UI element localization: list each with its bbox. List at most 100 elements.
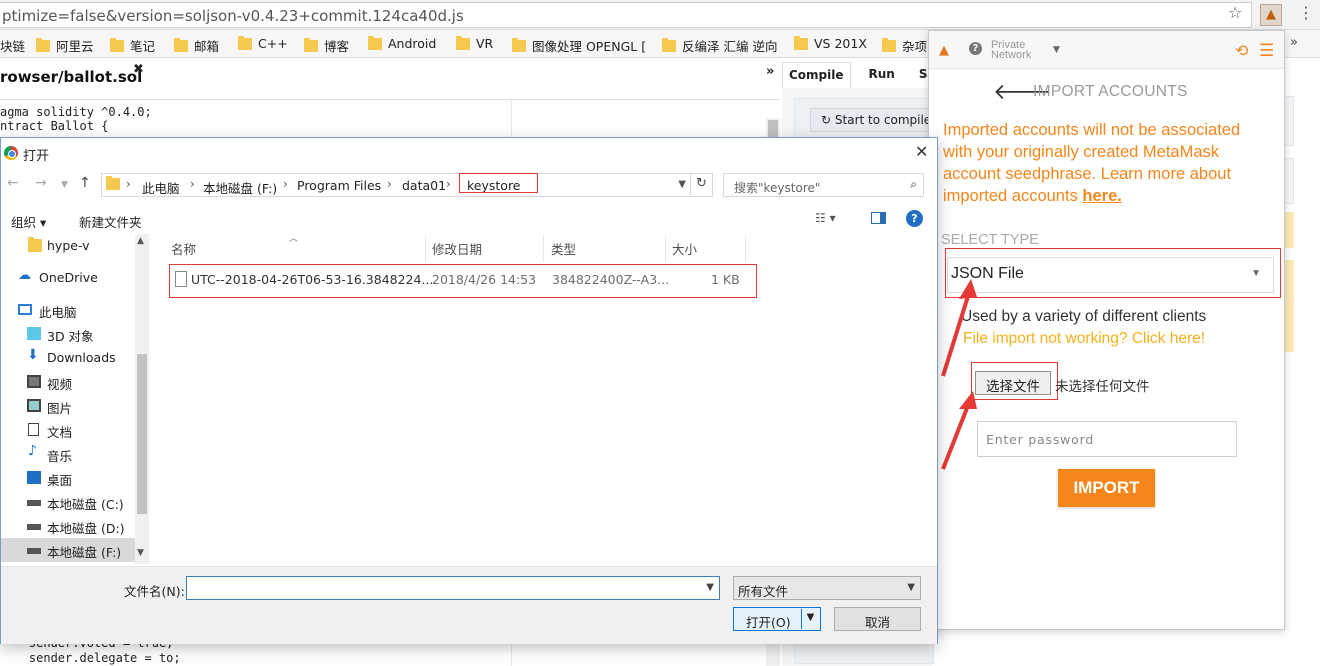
bookmark-item[interactable]: 邮箱: [174, 36, 219, 55]
tab-compile[interactable]: Compile: [782, 62, 851, 88]
breadcrumb-item[interactable]: 此电脑: [142, 178, 180, 197]
bookmark-item[interactable]: 反编泽 汇编 逆向: [662, 36, 777, 55]
sidebar-item-this-pc[interactable]: 此电脑: [1, 298, 135, 322]
folder-icon: [456, 35, 470, 50]
sidebar-item-drive-f[interactable]: 本地磁盘 (F:): [1, 538, 135, 562]
import-button[interactable]: IMPORT: [1058, 469, 1155, 507]
preview-pane-icon[interactable]: [871, 212, 886, 224]
highlight-box: [169, 264, 757, 298]
view-options-icon[interactable]: ☷ ▾: [815, 211, 836, 225]
metamask-popup: ▲ ? Private Network ▼ ⟲ ☰ 🡐 IMPORT ACCOU…: [928, 30, 1285, 630]
up-folder-icon[interactable]: ↑: [79, 175, 91, 191]
start-compile-button[interactable]: ↻ Start to compile: [810, 108, 934, 132]
chevron-down-icon[interactable]: ▼: [137, 548, 144, 558]
chevron-down-icon[interactable]: ▼: [678, 179, 686, 190]
column-header-size[interactable]: 大小: [672, 239, 697, 263]
code-line[interactable]: ntract Ballot {: [0, 119, 108, 133]
hamburger-menu-icon[interactable]: ☰: [1259, 41, 1274, 61]
forward-icon[interactable]: →: [35, 175, 47, 191]
drive-icon: [27, 500, 41, 506]
chevron-down-icon[interactable]: ▼: [706, 582, 714, 593]
chevron-up-icon[interactable]: ▲: [137, 236, 144, 246]
file-type-select[interactable]: 所有文件 ▼: [733, 576, 921, 600]
bookmark-item[interactable]: Android: [368, 35, 436, 51]
folder-icon: [304, 37, 318, 52]
column-divider[interactable]: [425, 236, 426, 262]
column-divider[interactable]: [543, 236, 544, 262]
address-bar[interactable]: ptimize=false&version=soljson-v0.4.23+co…: [0, 2, 1252, 28]
open-options-chevron-icon[interactable]: ▼: [801, 609, 819, 629]
close-tab-icon[interactable]: ✖: [133, 62, 144, 77]
recent-locations-icon[interactable]: ▼: [61, 180, 68, 190]
chevron-down-icon[interactable]: ▼: [1053, 45, 1060, 55]
file-import-help-link[interactable]: File import not working? Click here!: [963, 330, 1205, 348]
bookmark-item[interactable]: 笔记: [110, 36, 155, 55]
sidebar-item-documents[interactable]: 文档: [1, 418, 135, 442]
tab-run[interactable]: Run: [863, 62, 901, 88]
sidebar-item-3d-objects[interactable]: 3D 对象: [1, 322, 135, 346]
search-icon: ⌕: [910, 177, 917, 191]
bookmarks-overflow-icon[interactable]: »: [1290, 35, 1298, 50]
bookmark-item[interactable]: 杂项: [882, 36, 927, 55]
panel-toggle-icon[interactable]: »: [766, 64, 774, 79]
breadcrumb-item[interactable]: Program Files: [297, 178, 381, 193]
sidebar-item-pictures[interactable]: 图片: [1, 394, 135, 418]
breadcrumb[interactable]: › 此电脑 › 本地磁盘 (F:) › Program Files › data…: [101, 173, 691, 197]
help-icon[interactable]: ?: [969, 42, 982, 55]
file-row[interactable]: UTC--2018-04-26T06-53-16.3848224... 2018…: [169, 264, 757, 298]
refresh-button[interactable]: ↻: [691, 173, 713, 197]
column-header-date[interactable]: 修改日期: [432, 239, 482, 263]
chevron-right-icon: ›: [190, 177, 195, 191]
chrome-icon: [4, 146, 18, 160]
clients-note: Used by a variety of different clients: [961, 308, 1207, 325]
open-file-dialog: 打开 ✕ ← → ▼ ↑ › 此电脑 › 本地磁盘 (F:) › Program…: [0, 137, 938, 644]
sidebar-item-hype-v[interactable]: hype-v: [1, 234, 135, 258]
page-title: IMPORT ACCOUNTS: [1033, 83, 1188, 100]
column-header-type[interactable]: 类型: [551, 239, 576, 263]
bookmark-item[interactable]: VS 201X: [794, 35, 867, 51]
remix-tabs: Compile Run Set: [782, 62, 947, 88]
bookmark-item[interactable]: 块链: [0, 36, 25, 55]
back-icon[interactable]: ←: [7, 175, 19, 191]
editor-file-tab[interactable]: rowser/ballot.sol: [0, 60, 148, 90]
help-icon[interactable]: ?: [906, 210, 923, 227]
sidebar-item-onedrive[interactable]: ☁ OneDrive: [1, 266, 135, 290]
code-line[interactable]: agma solidity ^0.4.0;: [0, 105, 152, 119]
code-line[interactable]: sender.delegate = to;: [0, 651, 181, 665]
filename-label: 文件名(N):: [124, 584, 185, 599]
password-input[interactable]: Enter password: [977, 421, 1237, 457]
folder-icon: [662, 37, 676, 52]
sidebar-item-drive-c[interactable]: 本地磁盘 (C:): [1, 490, 135, 514]
sidebar-item-drive-d[interactable]: 本地磁盘 (D:): [1, 514, 135, 538]
sidebar-scrollbar-thumb[interactable]: [137, 354, 147, 514]
organize-menu[interactable]: 组织 ▾: [11, 212, 46, 231]
no-file-label: 未选择任何文件: [1055, 379, 1150, 395]
account-switch-icon[interactable]: ⟲: [1235, 41, 1248, 60]
bookmark-item[interactable]: 图像处理 OPENGL [: [512, 36, 646, 55]
breadcrumb-item[interactable]: 本地磁盘 (F:): [203, 178, 277, 197]
folder-icon: [36, 37, 50, 52]
column-divider[interactable]: [745, 236, 746, 262]
bookmark-item[interactable]: VR: [456, 35, 493, 51]
learn-more-link[interactable]: here.: [1082, 187, 1121, 205]
search-input[interactable]: 搜索"keystore" ⌕: [723, 173, 924, 197]
bookmark-item[interactable]: 博客: [304, 36, 349, 55]
column-divider[interactable]: [665, 236, 666, 262]
column-header-name[interactable]: 名称: [171, 239, 196, 263]
network-selector[interactable]: Private Network: [991, 40, 1031, 61]
close-icon[interactable]: ✕: [915, 142, 928, 161]
sidebar-item-music[interactable]: ♪ 音乐: [1, 442, 135, 466]
bookmark-item[interactable]: C++: [238, 35, 288, 51]
bookmark-star-icon[interactable]: ☆: [1228, 3, 1242, 22]
sidebar-item-downloads[interactable]: ⬇ Downloads: [1, 346, 135, 370]
url-text[interactable]: ptimize=false&version=soljson-v0.4.23+co…: [2, 7, 464, 25]
sidebar-item-videos[interactable]: 视频: [1, 370, 135, 394]
cancel-button[interactable]: 取消: [834, 607, 921, 631]
sidebar-item-desktop[interactable]: 桌面: [1, 466, 135, 490]
browser-menu-icon[interactable]: ⋮: [1298, 3, 1314, 22]
new-folder-button[interactable]: 新建文件夹: [79, 212, 142, 231]
bookmark-item[interactable]: 阿里云: [36, 36, 94, 55]
filename-input[interactable]: ▼: [186, 576, 720, 600]
metamask-extension-icon[interactable]: ▲: [1260, 4, 1282, 26]
breadcrumb-item[interactable]: data01: [402, 178, 446, 193]
